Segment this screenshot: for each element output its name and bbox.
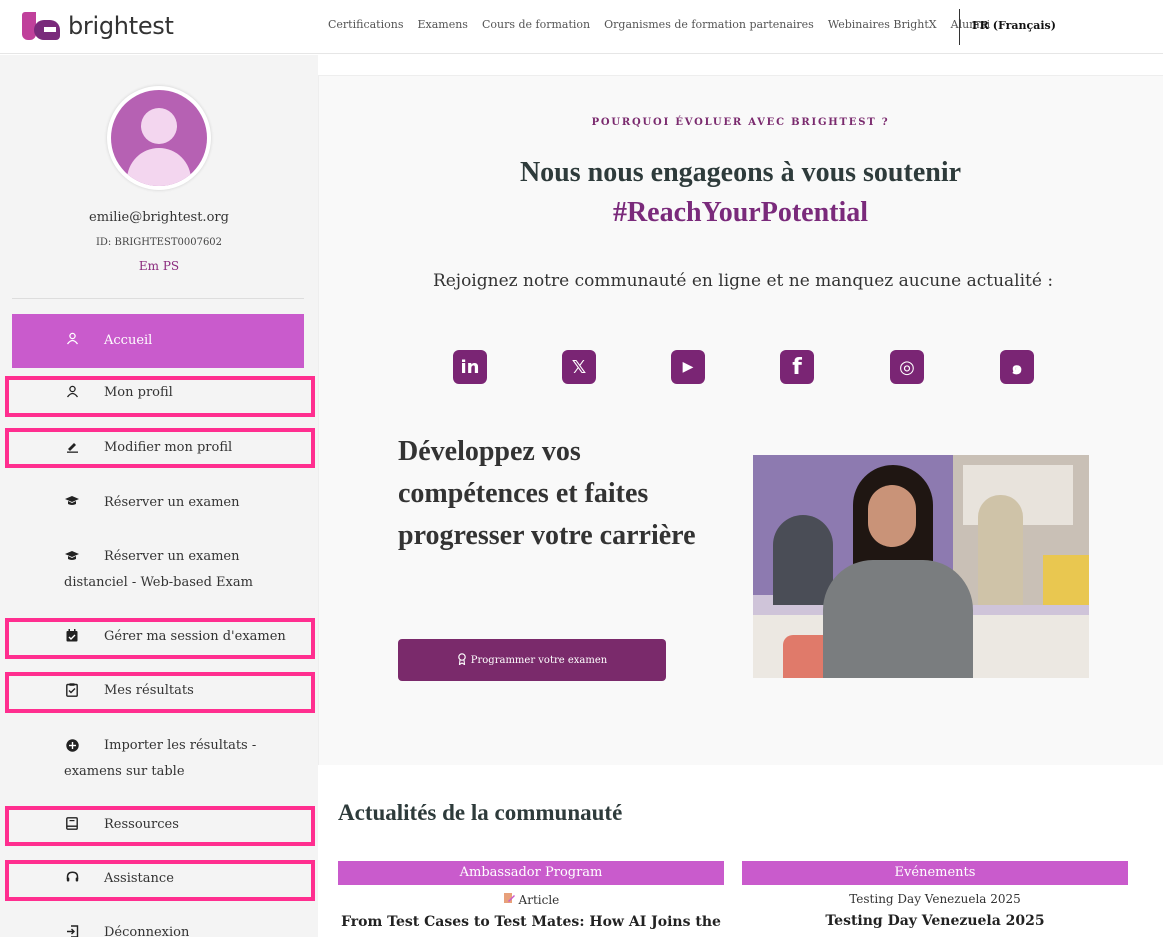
brand-logo-mark [22, 12, 62, 40]
news-card-subtitle: Testing Day Venezuela 2025 [849, 892, 1021, 906]
nav-examens[interactable]: Examens [417, 18, 467, 31]
main-nav: Certifications Examens Cours de formatio… [328, 18, 990, 31]
highlight-box [5, 860, 315, 901]
news-card[interactable]: Ambassador Program Article From Test Cas… [338, 861, 724, 937]
brand-name: brightest [68, 12, 174, 40]
highlight-box [5, 428, 315, 468]
schedule-exam-button[interactable]: Programmer votre examen [398, 639, 666, 681]
facebook-icon[interactable]: f [780, 350, 814, 384]
brand-logo[interactable]: brightest [22, 12, 174, 40]
hero-eyebrow: POURQUOI ÉVOLUER AVEC BRIGHTEST ? [591, 117, 890, 128]
sidebar-item-label: Réserver un examen [104, 495, 240, 510]
user-name: Em PS [138, 259, 180, 273]
top-header: brightest Certifications Examens Cours d… [0, 0, 1163, 54]
graduation-cap-icon [64, 495, 80, 511]
main-content: POURQUOI ÉVOLUER AVEC BRIGHTEST ? Nous n… [318, 55, 1163, 937]
user-id: ID: BRIGHTEST0007602 [95, 237, 223, 248]
nav-certifications[interactable]: Certifications [328, 18, 403, 31]
highlight-box [5, 376, 315, 417]
linkedin-icon[interactable]: in [453, 350, 487, 384]
sidebar-item-label: Réserver un examen distanciel - Web-base… [64, 549, 253, 590]
sidebar-divider [12, 298, 304, 299]
news-card-title: From Test Cases to Test Mates: How AI Jo… [341, 914, 721, 930]
news-card-subtitle: Article [338, 892, 724, 907]
sidebar-item-accueil[interactable]: Accueil [12, 314, 304, 368]
join-community-text: Rejoignez notre communauté en ligne et n… [432, 271, 1054, 291]
sidebar-item-label: Accueil [104, 333, 153, 348]
hero-headline: Nous nous engageons à vous soutenir #Rea… [318, 153, 1163, 233]
default-avatar-icon [111, 90, 207, 186]
user-icon [64, 332, 80, 348]
news-card-subtitle-text: Article [518, 893, 560, 907]
user-email: emilie@brightest.org [89, 210, 229, 225]
award-icon [457, 652, 467, 668]
youtube-icon[interactable]: ▶ [671, 350, 705, 384]
news-card-title: Testing Day Venezuela 2025 [825, 913, 1045, 929]
develop-heading: Développez vos compétences et faites pro… [398, 436, 696, 551]
nav-divider [959, 9, 960, 45]
sidebar: emilie@brightest.org ID: BRIGHTEST000760… [0, 55, 318, 937]
hero-headline-text: Nous nous engageons à vous soutenir [519, 157, 962, 188]
article-icon [503, 893, 519, 907]
schedule-exam-label: Programmer votre examen [470, 654, 608, 666]
hero-hashtag: #ReachYourPotential [612, 197, 869, 228]
news-card-category: Ambassador Program [338, 861, 724, 885]
news-card-category: Evénements [742, 861, 1128, 885]
sidebar-item-label: Importer les résultats - examens sur tab… [64, 738, 257, 779]
highlight-box [5, 806, 315, 846]
weibo-icon[interactable]: ๑ [1000, 350, 1034, 384]
highlight-box [5, 618, 315, 659]
x-icon[interactable]: 𝕏 [562, 350, 596, 384]
avatar[interactable] [107, 86, 211, 190]
nav-organismes[interactable]: Organismes de formation partenaires [604, 18, 814, 31]
student-photo [753, 455, 1089, 678]
logout-icon [64, 925, 80, 937]
instagram-icon[interactable]: ◎ [890, 350, 924, 384]
highlight-box [5, 672, 315, 713]
community-news-title: Actualités de la communauté [338, 800, 623, 825]
nav-webinaires[interactable]: Webinaires BrightX [828, 18, 937, 31]
sidebar-item-label: Déconnexion [104, 925, 190, 937]
language-selector[interactable]: FR (Français) [972, 19, 1056, 32]
news-card[interactable]: Evénements Testing Day Venezuela 2025 Te… [742, 861, 1128, 937]
nav-cours[interactable]: Cours de formation [482, 18, 590, 31]
